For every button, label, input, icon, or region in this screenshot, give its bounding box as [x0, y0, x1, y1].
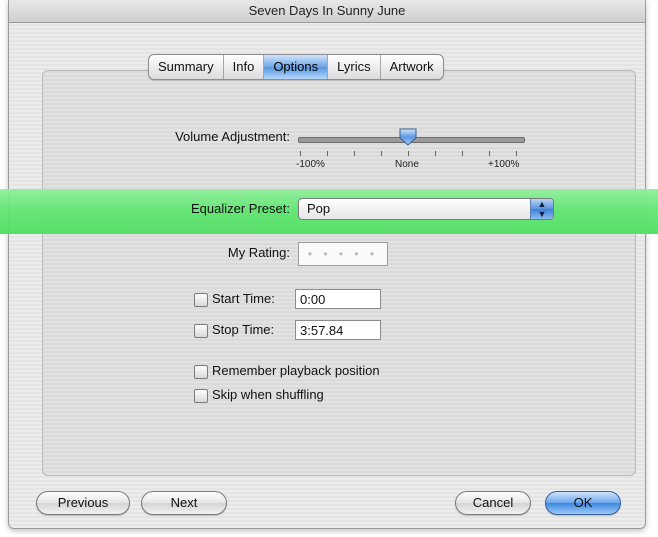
- remember-playback-checkbox[interactable]: [194, 365, 208, 379]
- window-title: Seven Days In Sunny June: [9, 0, 645, 23]
- slider-tick: [462, 151, 463, 156]
- slider-tick: [381, 151, 382, 156]
- slider-tick: [489, 151, 490, 156]
- ok-button[interactable]: OK: [545, 491, 621, 515]
- skip-shuffling-label: Skip when shuffling: [212, 387, 324, 402]
- popup-arrows-icon: ▲ ▼: [530, 199, 553, 219]
- start-time-checkbox[interactable]: [194, 293, 208, 307]
- slider-min-label: -100%: [296, 159, 325, 170]
- slider-tick: [516, 151, 517, 156]
- equalizer-preset-value: Pop: [307, 201, 331, 216]
- equalizer-preset-popup[interactable]: Pop ▲ ▼: [298, 198, 554, 220]
- volume-label: Volume Adjustment:: [175, 129, 290, 144]
- tab-options[interactable]: Options: [264, 55, 329, 79]
- remember-playback-label: Remember playback position: [212, 363, 380, 378]
- slider-tick: [354, 151, 355, 156]
- stop-time-label: Stop Time:: [212, 322, 275, 337]
- stop-time-checkbox[interactable]: [194, 324, 208, 338]
- slider-tick: [300, 151, 301, 156]
- tab-lyrics[interactable]: Lyrics: [328, 55, 381, 79]
- cancel-button[interactable]: Cancel: [455, 491, 531, 515]
- slider-max-label: +100%: [488, 159, 520, 170]
- slider-tick: [408, 151, 409, 156]
- slider-tick: [327, 151, 328, 156]
- slider-tick: [435, 151, 436, 156]
- slider-knob-icon: [399, 128, 417, 146]
- tab-info[interactable]: Info: [224, 55, 265, 79]
- tab-artwork[interactable]: Artwork: [381, 55, 443, 79]
- tab-bar: Summary Info Options Lyrics Artwork: [148, 54, 444, 80]
- rating-stars-field[interactable]: • • • • •: [298, 242, 388, 266]
- skip-shuffling-checkbox[interactable]: [194, 389, 208, 403]
- volume-slider-thumb[interactable]: [398, 128, 418, 146]
- equalizer-label: Equalizer Preset:: [191, 201, 290, 216]
- stop-time-field[interactable]: 3:57.84: [295, 320, 381, 340]
- slider-mid-label: None: [395, 159, 419, 170]
- start-time-field[interactable]: 0:00: [295, 289, 381, 309]
- tab-summary[interactable]: Summary: [149, 55, 224, 79]
- next-button[interactable]: Next: [141, 491, 227, 515]
- previous-button[interactable]: Previous: [36, 491, 130, 515]
- start-time-label: Start Time:: [212, 291, 275, 306]
- rating-label: My Rating:: [227, 245, 290, 260]
